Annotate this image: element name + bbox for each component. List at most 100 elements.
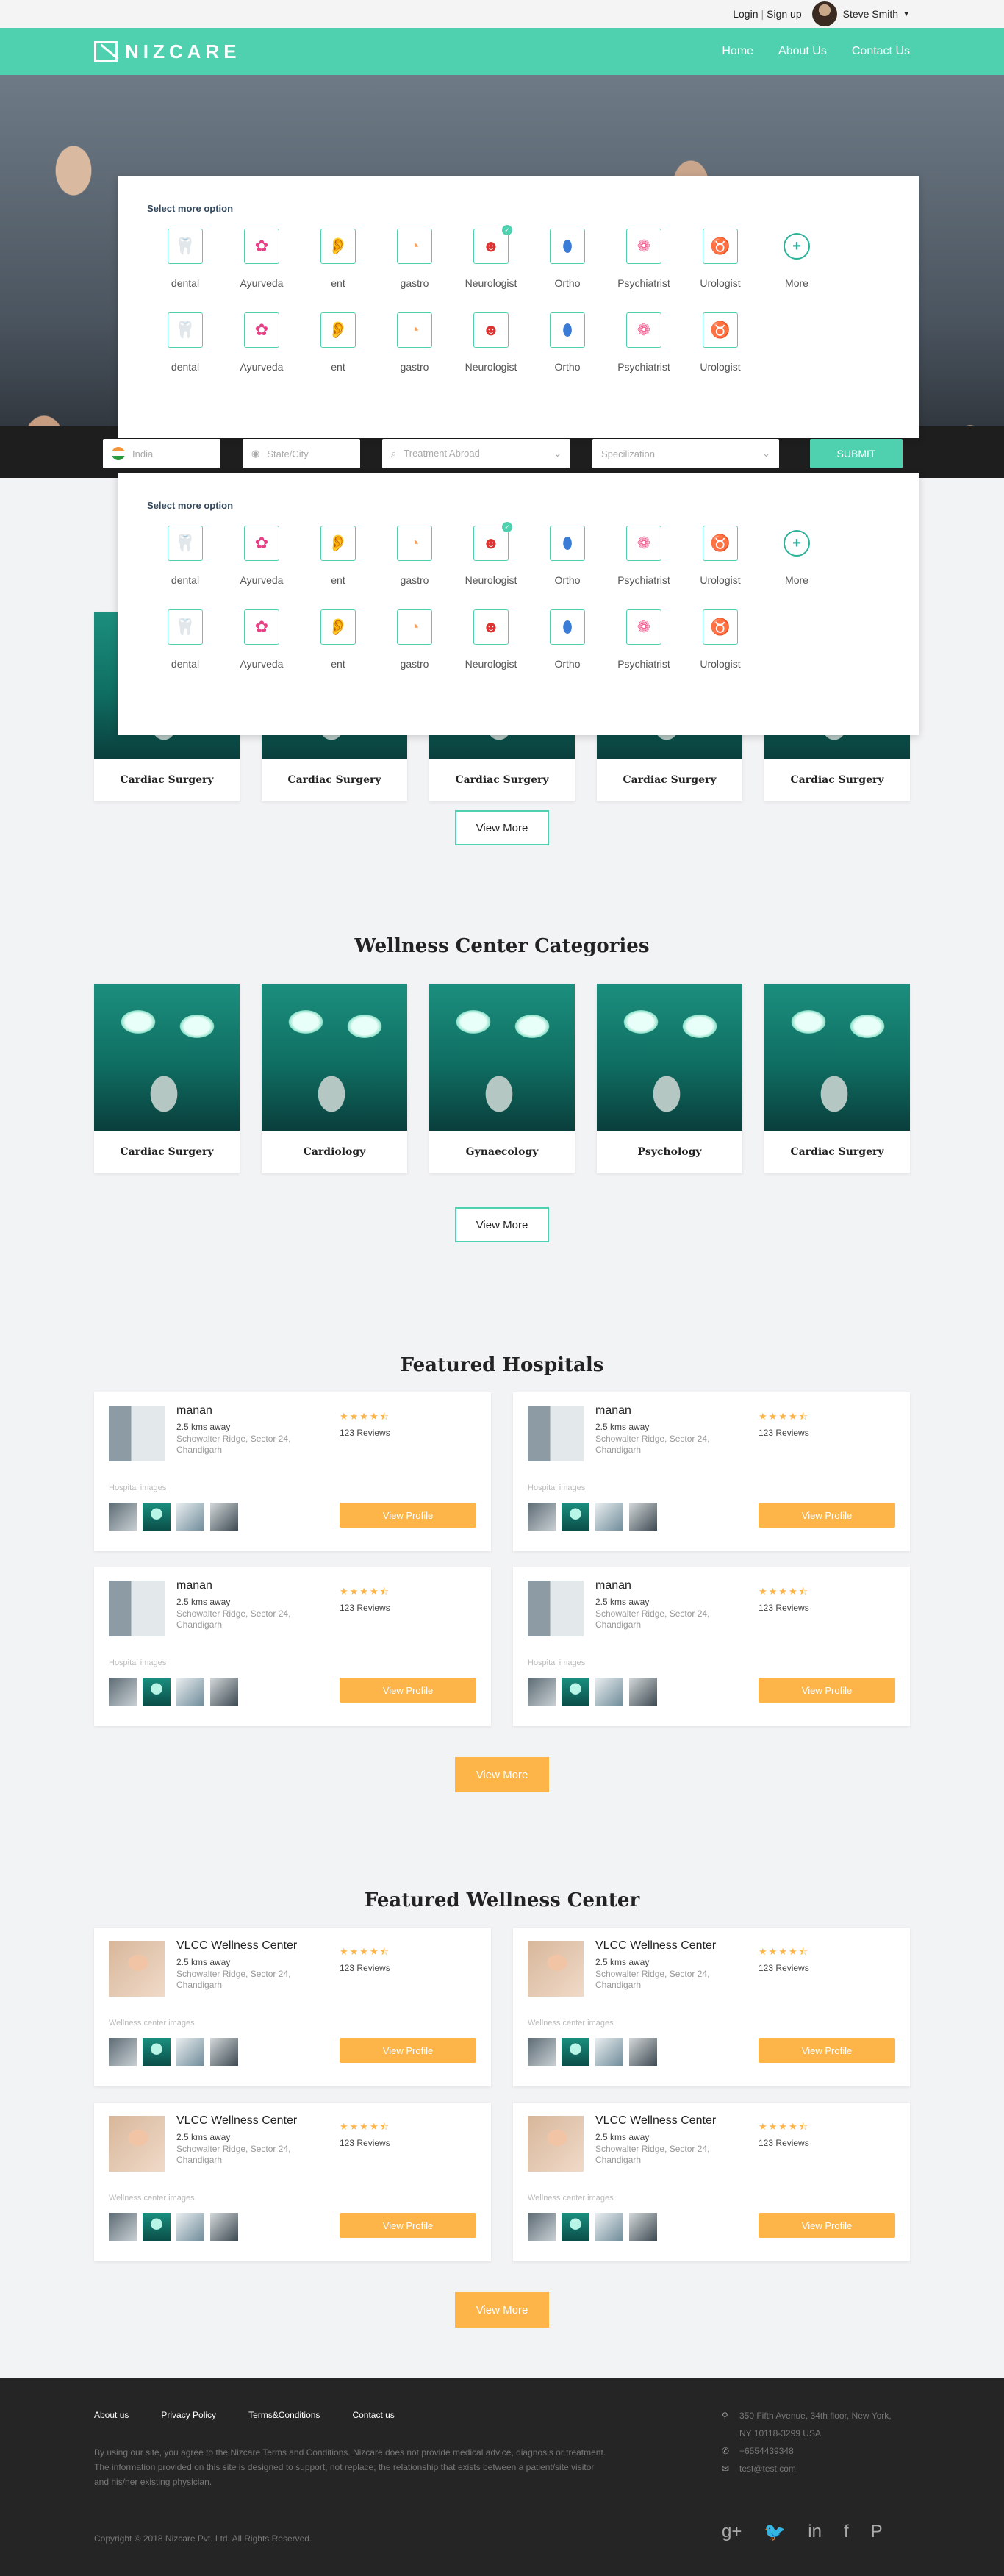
hospital-thumbnail[interactable] [528,1406,584,1461]
option-ent[interactable]: 👂 ent [300,526,376,586]
gallery-image[interactable] [210,2213,238,2241]
option-ent[interactable]: 👂 ent [300,229,376,289]
wellness-name[interactable]: VLCC Wellness Center [176,1939,323,1953]
wellness-name[interactable]: VLCC Wellness Center [176,2114,323,2128]
speciality-select[interactable]: Specilization ⌄ [592,439,779,468]
footer-link-about[interactable]: About us [94,2410,129,2420]
gallery-image[interactable] [629,1678,657,1706]
option-urologist[interactable]: ♉ Urologist [682,229,759,289]
twitter-icon[interactable]: 🐦 [764,2522,786,2543]
gallery-image[interactable] [109,1678,137,1706]
facebook-icon[interactable]: f [844,2522,849,2543]
gallery-image[interactable] [109,1503,137,1531]
linkedin-icon[interactable]: in [808,2522,822,2543]
option-ayurveda[interactable]: ✿ Ayurveda [223,609,300,670]
option-neurologist[interactable]: ☻ ✓ Neurologist [453,522,529,586]
view-profile-button[interactable]: View Profile [340,1503,476,1528]
review-count[interactable]: 123 Reviews [340,1428,390,1438]
wellness-name[interactable]: VLCC Wellness Center [595,1939,742,1953]
gallery-image[interactable] [562,2038,589,2066]
category-card[interactable]: Psychology [597,984,742,1173]
option-ortho[interactable]: ⬮ Ortho [529,526,606,586]
category-card[interactable]: Gynaecology [429,984,575,1173]
gallery-image[interactable] [629,1503,657,1531]
review-count[interactable]: 123 Reviews [340,2138,390,2148]
option-urologist[interactable]: ♉ Urologist [682,526,759,586]
view-more-button[interactable]: View More [455,1757,549,1792]
option-more[interactable]: + More [759,229,835,289]
view-profile-button[interactable]: View Profile [340,2213,476,2238]
hospital-thumbnail[interactable] [528,1581,584,1636]
option-urologist[interactable]: ♉ Urologist [682,312,759,373]
gallery-image[interactable] [528,2213,556,2241]
gallery-image[interactable] [210,2038,238,2066]
gallery-image[interactable] [595,2038,623,2066]
review-count[interactable]: 123 Reviews [759,1603,809,1613]
gallery-image[interactable] [562,1503,589,1531]
gallery-image[interactable] [595,1503,623,1531]
gallery-image[interactable] [210,1678,238,1706]
option-neurologist[interactable]: ☻ ✓ Neurologist [453,225,529,289]
gallery-image[interactable] [109,2038,137,2066]
hospital-name[interactable]: manan [595,1579,742,1592]
country-select[interactable]: India [103,439,220,468]
logo[interactable]: NIZCARE [94,40,241,63]
gallery-image[interactable] [528,1503,556,1531]
gallery-image[interactable] [528,2038,556,2066]
nav-about[interactable]: About Us [778,45,827,58]
option-ortho[interactable]: ⬮ Ortho [529,312,606,373]
option-dental[interactable]: 🦷 dental [147,526,223,586]
view-profile-button[interactable]: View Profile [340,2038,476,2063]
gallery-image[interactable] [528,1678,556,1706]
wellness-name[interactable]: VLCC Wellness Center [595,2114,742,2128]
view-profile-button[interactable]: View Profile [759,2038,895,2063]
gallery-image[interactable] [109,2213,137,2241]
view-profile-button[interactable]: View Profile [759,1678,895,1703]
city-input[interactable]: ◉ State/City [243,439,360,468]
option-gastro[interactable]: ◔ gastro [376,609,453,670]
option-gastro[interactable]: ◔ gastro [376,526,453,586]
option-dental[interactable]: 🦷 dental [147,609,223,670]
option-ent[interactable]: 👂 ent [300,609,376,670]
login-link[interactable]: Login [733,8,758,20]
gallery-image[interactable] [176,2213,204,2241]
hospital-name[interactable]: manan [176,1579,323,1592]
category-card[interactable]: Cardiology [262,984,407,1173]
hospital-thumbnail[interactable] [109,1406,165,1461]
wellness-thumbnail[interactable] [528,1941,584,1997]
submit-button[interactable]: SUBMIT [810,439,903,468]
gallery-image[interactable] [176,1503,204,1531]
wellness-thumbnail[interactable] [109,1941,165,1997]
gallery-image[interactable] [176,1678,204,1706]
hospital-thumbnail[interactable] [109,1581,165,1636]
gallery-image[interactable] [143,1503,171,1531]
view-more-button[interactable]: View More [455,810,549,845]
gallery-image[interactable] [629,2213,657,2241]
hospital-name[interactable]: manan [176,1404,323,1417]
review-count[interactable]: 123 Reviews [340,1603,390,1613]
hospital-name[interactable]: manan [595,1404,742,1417]
avatar[interactable] [811,1,837,26]
gallery-image[interactable] [176,2038,204,2066]
email-address[interactable]: test@test.com [739,2460,796,2477]
review-count[interactable]: 123 Reviews [759,1428,809,1438]
gallery-image[interactable] [595,1678,623,1706]
option-psychiatrist[interactable]: ❁ Psychiatrist [606,609,682,670]
option-gastro[interactable]: ◔ gastro [376,312,453,373]
wellness-thumbnail[interactable] [109,2116,165,2172]
gallery-image[interactable] [595,2213,623,2241]
phone-number[interactable]: +6554439348 [739,2442,794,2460]
nav-home[interactable]: Home [722,45,753,58]
nav-contact[interactable]: Contact Us [852,45,910,58]
option-psychiatrist[interactable]: ❁ Psychiatrist [606,526,682,586]
user-name[interactable]: Steve Smith [843,8,898,20]
option-ayurveda[interactable]: ✿ Ayurveda [223,229,300,289]
gallery-image[interactable] [629,2038,657,2066]
chevron-down-icon[interactable]: ▼ [903,10,910,18]
option-ortho[interactable]: ⬮ Ortho [529,229,606,289]
option-psychiatrist[interactable]: ❁ Psychiatrist [606,312,682,373]
footer-link-contact[interactable]: Contact us [352,2410,394,2420]
option-gastro[interactable]: ◔ gastro [376,229,453,289]
option-neurologist[interactable]: ☻ Neurologist [453,609,529,670]
gallery-image[interactable] [562,2213,589,2241]
